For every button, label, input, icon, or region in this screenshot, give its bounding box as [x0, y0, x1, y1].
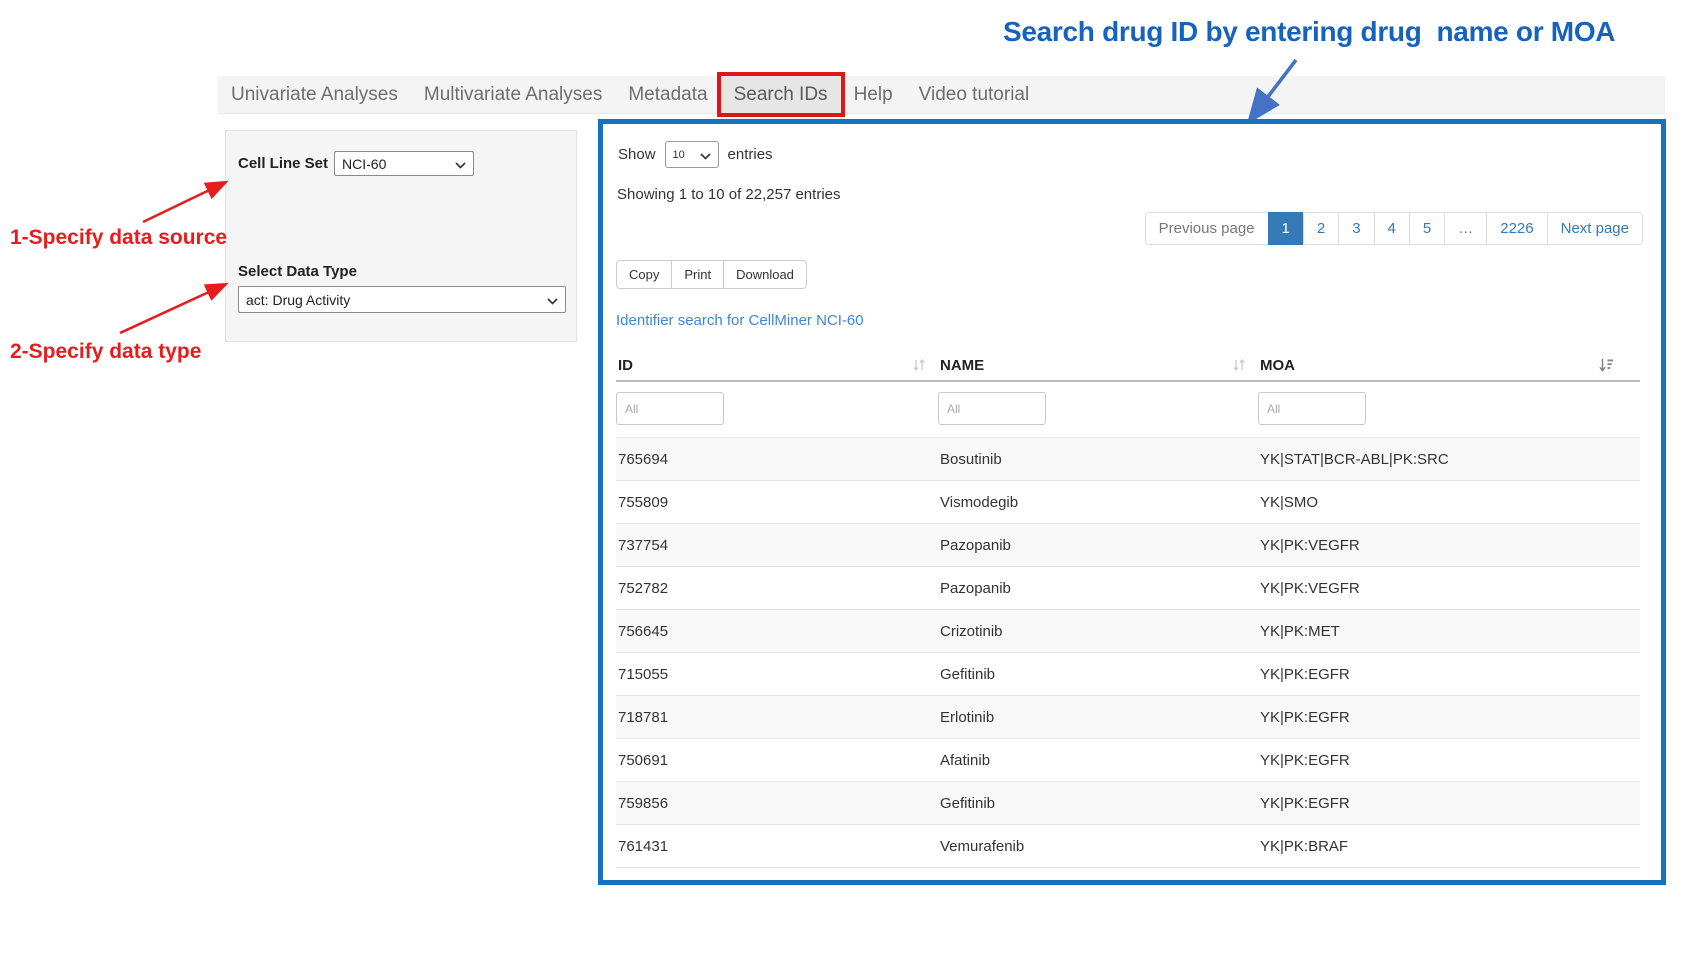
page-length-select[interactable]: 10 [665, 141, 719, 168]
cell-name: Vemurafenib [938, 838, 1258, 855]
sort-icon[interactable] [1232, 358, 1246, 372]
page-length-value: 10 [673, 149, 685, 161]
cell-name: Gefitinib [938, 795, 1258, 812]
nav-item-search-ids[interactable]: Search IDs [721, 76, 841, 113]
page-button-1[interactable]: 1 [1268, 212, 1304, 245]
cell-moa: YK|SMO [1258, 494, 1640, 511]
cell-line-set-label: Cell Line Set [238, 155, 328, 172]
id-filter-input[interactable] [616, 392, 724, 425]
page-button-3[interactable]: 3 [1338, 212, 1374, 245]
cell-id: 761431 [616, 838, 938, 855]
sort-icon[interactable] [912, 358, 926, 372]
previous-page-button[interactable]: Previous page [1145, 212, 1269, 245]
identifier-search-link[interactable]: Identifier search for CellMiner NCI-60 [616, 312, 864, 329]
cell-id: 715055 [616, 666, 938, 683]
cell-name: Bosutinib [938, 451, 1258, 468]
table-row: 752782 Pazopanib YK|PK:VEGFR [616, 567, 1640, 610]
navbar: Univariate Analyses Multivariate Analyse… [218, 76, 1665, 114]
annotation-arrow-step1 [143, 183, 224, 222]
cell-name: Afatinib [938, 752, 1258, 769]
table-row: 759856 Gefitinib YK|PK:EGFR [616, 782, 1640, 825]
table-row: 761431 Vemurafenib YK|PK:BRAF [616, 825, 1640, 868]
cell-id: 759856 [616, 795, 938, 812]
table-row: 755809 Vismodegib YK|SMO [616, 481, 1640, 524]
cell-id: 737754 [616, 537, 938, 554]
name-filter-input[interactable] [938, 392, 1046, 425]
show-label: Show [618, 146, 656, 163]
annotation-arrow-step2 [120, 285, 224, 333]
cell-moa: YK|PK:EGFR [1258, 709, 1640, 726]
cell-moa: YK|PK:VEGFR [1258, 537, 1640, 554]
cell-id: 755809 [616, 494, 938, 511]
print-button[interactable]: Print [671, 260, 724, 289]
data-type-label: Select Data Type [238, 263, 357, 280]
table-row: 765694 Bosutinib YK|STAT|BCR-ABL|PK:SRC [616, 438, 1640, 481]
header-divider [616, 380, 1640, 382]
results-table: ID NAME MOA [616, 352, 1640, 868]
cell-moa: YK|PK:EGFR [1258, 752, 1640, 769]
cell-id: 765694 [616, 451, 938, 468]
cell-name: Vismodegib [938, 494, 1258, 511]
cell-line-set-value: NCI-60 [342, 156, 386, 172]
pagination: Previous page 1 2 3 4 5 … 2226 Next page [1145, 212, 1643, 245]
table-row: 750691 Afatinib YK|PK:EGFR [616, 739, 1640, 782]
nav-item-metadata[interactable]: Metadata [615, 76, 720, 113]
column-header-name[interactable]: NAME [938, 357, 1258, 374]
next-page-button[interactable]: Next page [1547, 212, 1643, 245]
annotation-heading: Search drug ID by entering drug name or … [1003, 16, 1615, 48]
page-button-2[interactable]: 2 [1303, 212, 1339, 245]
copy-button[interactable]: Copy [616, 260, 672, 289]
cell-moa: YK|PK:VEGFR [1258, 580, 1640, 597]
sort-descending-icon[interactable] [1598, 358, 1614, 373]
cell-moa: YK|PK:BRAF [1258, 838, 1640, 855]
nav-item-multivariate-analyses[interactable]: Multivariate Analyses [411, 76, 615, 113]
sidebar-panel: Cell Line Set NCI-60 Select Data Type ac… [225, 130, 577, 342]
cell-name: Erlotinib [938, 709, 1258, 726]
column-header-id[interactable]: ID [616, 357, 938, 374]
cell-name: Pazopanib [938, 580, 1258, 597]
cell-id: 756645 [616, 623, 938, 640]
column-header-moa[interactable]: MOA [1258, 357, 1640, 374]
cell-id: 752782 [616, 580, 938, 597]
cell-name: Crizotinib [938, 623, 1258, 640]
search-ids-panel: Show 10 entries Showing 1 to 10 of 22,25… [598, 119, 1666, 885]
nav-item-video-tutorial[interactable]: Video tutorial [906, 76, 1043, 113]
showing-entries-info: Showing 1 to 10 of 22,257 entries [617, 186, 841, 203]
data-type-value: act: Drug Activity [246, 292, 350, 308]
cell-name: Pazopanib [938, 537, 1258, 554]
table-header-row: ID NAME MOA [616, 352, 1640, 378]
annotation-step2: 2-Specify data type [10, 340, 201, 364]
entries-label: entries [728, 146, 773, 163]
table-body: 765694 Bosutinib YK|STAT|BCR-ABL|PK:SRC … [616, 437, 1640, 868]
chevron-down-icon [700, 147, 711, 163]
annotation-step1: 1-Specify data source [10, 226, 227, 250]
table-row: 718781 Erlotinib YK|PK:EGFR [616, 696, 1640, 739]
table-row: 715055 Gefitinib YK|PK:EGFR [616, 653, 1640, 696]
cell-name: Gefitinib [938, 666, 1258, 683]
cell-id: 718781 [616, 709, 938, 726]
chevron-down-icon [547, 292, 558, 308]
page-button-2226[interactable]: 2226 [1486, 212, 1547, 245]
column-filter-row [616, 392, 1640, 425]
nav-item-univariate-analyses[interactable]: Univariate Analyses [218, 76, 411, 113]
chevron-down-icon [455, 156, 466, 172]
table-row: 756645 Crizotinib YK|PK:MET [616, 610, 1640, 653]
page-ellipsis: … [1444, 212, 1487, 245]
page-button-5[interactable]: 5 [1409, 212, 1445, 245]
table-row: 737754 Pazopanib YK|PK:VEGFR [616, 524, 1640, 567]
data-type-select[interactable]: act: Drug Activity [238, 286, 566, 313]
cell-id: 750691 [616, 752, 938, 769]
export-button-group: Copy Print Download [616, 260, 807, 289]
cell-moa: YK|STAT|BCR-ABL|PK:SRC [1258, 451, 1640, 468]
download-button[interactable]: Download [723, 260, 807, 289]
cell-moa: YK|PK:EGFR [1258, 795, 1640, 812]
cell-moa: YK|PK:MET [1258, 623, 1640, 640]
cell-moa: YK|PK:EGFR [1258, 666, 1640, 683]
nav-item-help[interactable]: Help [841, 76, 906, 113]
cell-line-set-select[interactable]: NCI-60 [334, 151, 474, 176]
moa-filter-input[interactable] [1258, 392, 1366, 425]
page-button-4[interactable]: 4 [1374, 212, 1410, 245]
